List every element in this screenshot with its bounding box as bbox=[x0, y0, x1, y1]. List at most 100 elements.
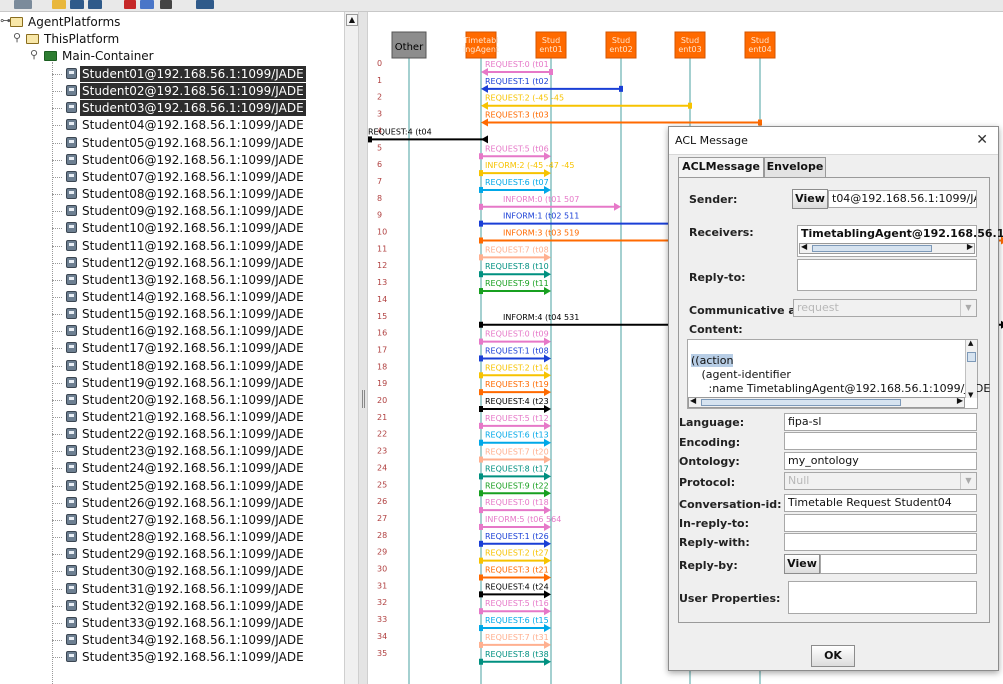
message-anchor bbox=[479, 254, 483, 261]
print-icon[interactable] bbox=[160, 0, 172, 9]
agent-item[interactable]: Student26@192.168.56.1:1099/JADE bbox=[64, 495, 306, 511]
agent-item[interactable]: Student11@192.168.56.1:1099/JADE bbox=[64, 238, 306, 254]
sender-view-button[interactable]: View bbox=[792, 189, 828, 209]
save-icon[interactable] bbox=[70, 0, 84, 9]
agent-item[interactable]: Student18@192.168.56.1:1099/JADE bbox=[64, 358, 306, 374]
protocol-select[interactable]: Null ▼ bbox=[784, 472, 977, 490]
tree-root[interactable]: AgentPlatforms bbox=[10, 14, 122, 30]
agent-item[interactable]: Student09@192.168.56.1:1099/JADE bbox=[64, 203, 306, 219]
container-icon bbox=[44, 51, 57, 61]
aclmessage-panel: Sender: View t04@192.168.56.1:1099/JADE … bbox=[678, 177, 1003, 623]
agent-item[interactable]: Student16@192.168.56.1:1099/JADE bbox=[64, 323, 306, 339]
scroll-right-icon[interactable]: ▶ bbox=[957, 396, 963, 405]
tree-container[interactable]: Main-Container bbox=[44, 48, 156, 64]
agent-item[interactable]: Student20@192.168.56.1:1099/JADE bbox=[64, 392, 306, 408]
tab-aclmessage[interactable]: ACLMessage bbox=[678, 157, 764, 178]
agent-item[interactable]: Student17@192.168.56.1:1099/JADE bbox=[64, 340, 306, 356]
ontology-field[interactable]: my_ontology bbox=[784, 452, 977, 470]
agent-item[interactable]: Student28@192.168.56.1:1099/JADE bbox=[64, 529, 306, 545]
agent-item[interactable]: Student07@192.168.56.1:1099/JADE bbox=[64, 169, 306, 185]
receiver-item[interactable]: TimetablingAgent@192.168.56.1:10 bbox=[801, 227, 1003, 240]
agent-label: Student35@192.168.56.1:1099/JADE bbox=[82, 650, 304, 665]
collapse-icon[interactable]: ⚲ bbox=[13, 31, 21, 44]
agent-item[interactable]: Student05@192.168.56.1:1099/JADE bbox=[64, 135, 306, 151]
agent-item[interactable]: Student33@192.168.56.1:1099/JADE bbox=[64, 615, 306, 631]
communicative-act-select[interactable]: request ▼ bbox=[793, 299, 977, 317]
ok-button[interactable]: OK bbox=[811, 645, 855, 667]
message-label: REQUEST:3 (t03 bbox=[485, 111, 549, 120]
agent-item[interactable]: Student30@192.168.56.1:1099/JADE bbox=[64, 563, 306, 579]
agent-item[interactable]: Student21@192.168.56.1:1099/JADE bbox=[64, 409, 306, 425]
agent-item[interactable]: Student13@192.168.56.1:1099/JADE bbox=[64, 272, 306, 288]
agent-item[interactable]: Student29@192.168.56.1:1099/JADE bbox=[64, 546, 306, 562]
agent-label: Student12@192.168.56.1:1099/JADE bbox=[82, 255, 304, 270]
agent-item[interactable]: Student10@192.168.56.1:1099/JADE bbox=[64, 220, 306, 236]
message-anchor bbox=[619, 85, 623, 92]
reply-with-field[interactable] bbox=[784, 533, 977, 551]
lifeline-label: Timetabl bbox=[463, 36, 499, 45]
agent-item[interactable]: Student08@192.168.56.1:1099/JADE bbox=[64, 186, 306, 202]
agent-item[interactable]: Student02@192.168.56.1:1099/JADE bbox=[64, 83, 306, 100]
tree-scrollbar[interactable]: ▲ bbox=[344, 12, 358, 684]
user-properties-field[interactable] bbox=[788, 581, 977, 614]
agent-item[interactable]: Student35@192.168.56.1:1099/JADE bbox=[64, 649, 306, 665]
reply-by-view-button[interactable]: View bbox=[784, 554, 820, 574]
in-reply-to-field[interactable] bbox=[784, 514, 977, 532]
collapse-icon[interactable]: ⚲ bbox=[30, 48, 38, 61]
reply-to-field[interactable] bbox=[797, 259, 977, 291]
conversation-id-field[interactable]: Timetable Request Student04 bbox=[784, 494, 977, 512]
open-folder-icon[interactable] bbox=[52, 0, 66, 9]
tree-platform[interactable]: ThisPlatform bbox=[26, 31, 121, 47]
save-as-icon[interactable] bbox=[88, 0, 102, 9]
agent-item[interactable]: Student32@192.168.56.1:1099/JADE bbox=[64, 598, 306, 614]
receivers-list[interactable]: TimetablingAgent@192.168.56.1:10 ◀ ▶ bbox=[797, 225, 1003, 257]
receivers-hscroll[interactable]: ◀ ▶ bbox=[799, 242, 975, 254]
split-pane-divider[interactable] bbox=[358, 12, 368, 684]
message-anchor bbox=[479, 540, 483, 547]
agent-item[interactable]: Student01@192.168.56.1:1099/JADE bbox=[64, 66, 306, 82]
agent-item[interactable]: Student06@192.168.56.1:1099/JADE bbox=[64, 152, 306, 168]
content-textarea[interactable]: ((action (agent-identifier :name Timetab… bbox=[687, 339, 990, 409]
agent-item[interactable]: Student04@192.168.56.1:1099/JADE bbox=[64, 117, 306, 133]
scroll-left-icon[interactable]: ◀ bbox=[690, 396, 696, 405]
scroll-down-icon[interactable]: ▼ bbox=[968, 391, 973, 399]
close-icon[interactable]: ✕ bbox=[976, 132, 988, 148]
encoding-field[interactable] bbox=[784, 432, 977, 450]
scroll-thumb[interactable] bbox=[812, 245, 932, 252]
scroll-thumb[interactable] bbox=[701, 399, 901, 406]
scroll-thumb[interactable] bbox=[967, 352, 976, 362]
scroll-up-icon[interactable]: ▲ bbox=[346, 14, 358, 26]
content-vscroll[interactable]: ▲ ▼ bbox=[965, 339, 977, 399]
language-field[interactable]: fipa-sl bbox=[784, 413, 977, 431]
agent-item[interactable]: Student14@192.168.56.1:1099/JADE bbox=[64, 289, 306, 305]
agent-item[interactable]: Student22@192.168.56.1:1099/JADE bbox=[64, 426, 306, 442]
agent-tree[interactable]: ⊶ AgentPlatforms ⚲ ThisPlatform ⚲ Main-C… bbox=[0, 12, 344, 684]
row-number: 13 bbox=[377, 278, 387, 287]
agent-item[interactable]: Student03@192.168.56.1:1099/JADE bbox=[64, 100, 306, 117]
scroll-left-icon[interactable]: ◀ bbox=[801, 242, 807, 251]
content-hscroll[interactable]: ◀ ▶ bbox=[688, 396, 965, 408]
agent-item[interactable]: Student27@192.168.56.1:1099/JADE bbox=[64, 512, 306, 528]
sender-field[interactable]: t04@192.168.56.1:1099/JADE bbox=[828, 190, 977, 208]
agent-item[interactable]: Student24@192.168.56.1:1099/JADE bbox=[64, 460, 306, 476]
tree-connector bbox=[52, 502, 62, 504]
reply-by-field[interactable] bbox=[820, 554, 977, 574]
agent-item[interactable]: Student25@192.168.56.1:1099/JADE bbox=[64, 478, 306, 494]
scroll-right-icon[interactable]: ▶ bbox=[967, 242, 973, 251]
tab-envelope[interactable]: Envelope bbox=[764, 157, 826, 177]
agent-item[interactable]: Student23@192.168.56.1:1099/JADE bbox=[64, 443, 306, 459]
tree-connector bbox=[52, 622, 62, 624]
scroll-up-icon[interactable]: ▲ bbox=[968, 339, 973, 347]
agent-item[interactable]: Student12@192.168.56.1:1099/JADE bbox=[64, 255, 306, 271]
window-icon[interactable] bbox=[196, 0, 214, 9]
agent-item[interactable]: Student34@192.168.56.1:1099/JADE bbox=[64, 632, 306, 648]
record-icon[interactable] bbox=[124, 0, 136, 9]
content-label: Content: bbox=[689, 323, 743, 336]
settings-icon[interactable] bbox=[14, 0, 32, 9]
clear-icon[interactable] bbox=[140, 0, 154, 9]
agent-item[interactable]: Student31@192.168.56.1:1099/JADE bbox=[64, 581, 306, 597]
agent-item[interactable]: Student19@192.168.56.1:1099/JADE bbox=[64, 375, 306, 391]
agent-item[interactable]: Student15@192.168.56.1:1099/JADE bbox=[64, 306, 306, 322]
arrowhead-icon bbox=[481, 118, 488, 127]
tree-connector bbox=[52, 331, 62, 333]
